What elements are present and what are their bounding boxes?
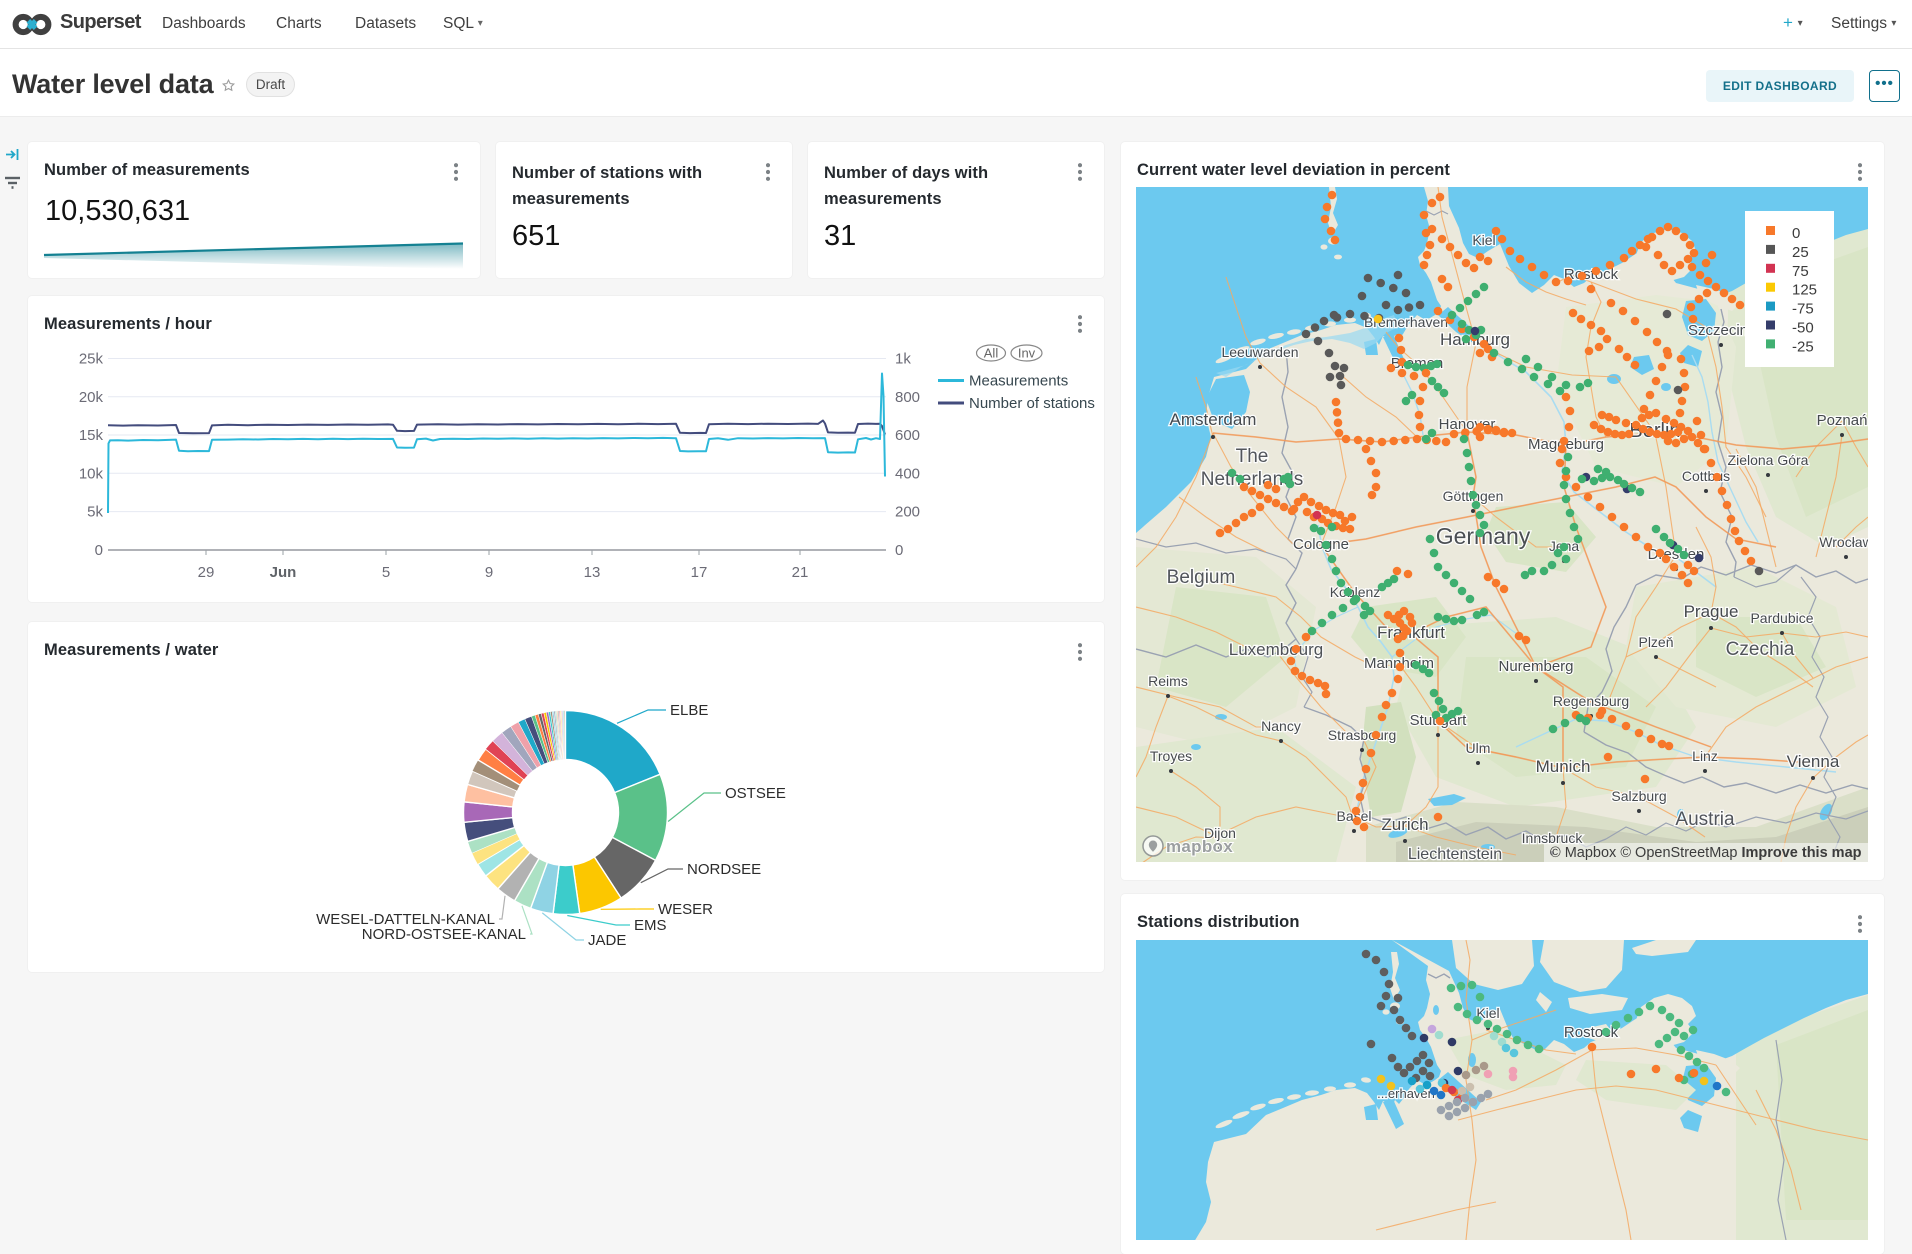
svg-text:Czechia: Czechia: [1726, 639, 1795, 660]
svg-text:Jun: Jun: [270, 564, 297, 581]
svg-text:Luxembourg: Luxembourg: [1229, 640, 1324, 659]
svg-text:20k: 20k: [79, 389, 104, 406]
svg-text:© Mapbox © OpenStreetMap Impro: © Mapbox © OpenStreetMap Improve this ma…: [1550, 845, 1862, 861]
svg-text:5k: 5k: [87, 504, 103, 521]
svg-text:Amsterdam: Amsterdam: [1170, 410, 1257, 429]
svg-text:Poznań: Poznań: [1817, 412, 1868, 429]
svg-text:21: 21: [792, 564, 809, 581]
svg-text:200: 200: [895, 504, 920, 521]
svg-text:NORD-OSTSEE-KANAL: NORD-OSTSEE-KANAL: [362, 926, 526, 943]
svg-text:13: 13: [584, 564, 601, 581]
svg-text:Pardubice: Pardubice: [1750, 610, 1813, 626]
svg-text:0: 0: [1792, 225, 1800, 242]
svg-text:NORDSEE: NORDSEE: [687, 861, 761, 878]
svg-text:Leeuwarden: Leeuwarden: [1221, 344, 1298, 360]
svg-text:Prague: Prague: [1684, 602, 1739, 621]
svg-text:Munich: Munich: [1536, 757, 1591, 776]
svg-text:800: 800: [895, 389, 920, 406]
svg-text:5: 5: [382, 564, 390, 581]
svg-text:Kiel: Kiel: [1472, 232, 1495, 248]
svg-text:Rostock: Rostock: [1564, 1024, 1619, 1041]
svg-text:mapbox: mapbox: [1166, 837, 1233, 856]
svg-text:Cologne: Cologne: [1293, 536, 1349, 553]
svg-text:OSTSEE: OSTSEE: [725, 785, 786, 802]
svg-text:Zurich: Zurich: [1381, 815, 1428, 834]
svg-text:25k: 25k: [79, 351, 104, 368]
svg-text:Cottbus: Cottbus: [1682, 468, 1730, 484]
svg-text:Liechtenstein: Liechtenstein: [1408, 846, 1502, 862]
svg-text:75: 75: [1792, 263, 1809, 280]
svg-text:400: 400: [895, 465, 920, 482]
svg-text:17: 17: [691, 564, 708, 581]
svg-text:Austria: Austria: [1675, 809, 1735, 830]
svg-text:Troyes: Troyes: [1150, 748, 1192, 764]
svg-text:EMS: EMS: [634, 917, 667, 934]
svg-text:JADE: JADE: [588, 932, 626, 949]
svg-text:Strasbourg: Strasbourg: [1328, 727, 1396, 743]
svg-text:WESEL-DATTELN-KANAL: WESEL-DATTELN-KANAL: [316, 911, 495, 928]
svg-text:10k: 10k: [79, 465, 104, 482]
svg-text:Number of stations: Number of stations: [969, 395, 1095, 412]
svg-text:125: 125: [1792, 282, 1817, 299]
svg-text:Inv: Inv: [1018, 346, 1036, 361]
svg-text:Linz: Linz: [1692, 748, 1718, 764]
svg-text:0: 0: [895, 542, 903, 559]
svg-text:All: All: [984, 346, 999, 361]
svg-text:-75: -75: [1792, 301, 1814, 318]
svg-text:Szczecin: Szczecin: [1688, 322, 1748, 339]
svg-text:Ulm: Ulm: [1466, 740, 1491, 756]
svg-text:WESER: WESER: [658, 901, 713, 918]
svg-text:29: 29: [198, 564, 215, 581]
svg-text:25: 25: [1792, 244, 1809, 261]
svg-text:0: 0: [95, 542, 103, 559]
svg-text:ELBE: ELBE: [670, 702, 708, 719]
svg-text:Zielona Góra: Zielona Góra: [1728, 452, 1809, 468]
svg-text:Salzburg: Salzburg: [1611, 788, 1666, 804]
svg-text:Wrocław: Wrocław: [1819, 534, 1868, 550]
svg-text:Belgium: Belgium: [1167, 567, 1236, 588]
svg-text:1k: 1k: [895, 351, 911, 368]
svg-text:Measurements: Measurements: [969, 373, 1068, 390]
svg-text:The: The: [1236, 446, 1269, 467]
svg-text:600: 600: [895, 427, 920, 444]
svg-text:15k: 15k: [79, 427, 104, 444]
svg-text:Nuremberg: Nuremberg: [1498, 658, 1573, 675]
svg-text:Vienna: Vienna: [1787, 752, 1840, 771]
svg-text:9: 9: [485, 564, 493, 581]
svg-text:Reims: Reims: [1148, 673, 1188, 689]
svg-text:Regensburg: Regensburg: [1553, 693, 1629, 709]
svg-text:Nancy: Nancy: [1261, 718, 1301, 734]
svg-text:-25: -25: [1792, 338, 1814, 355]
svg-text:-50: -50: [1792, 320, 1814, 337]
svg-text:Plzeň: Plzeň: [1638, 634, 1673, 650]
